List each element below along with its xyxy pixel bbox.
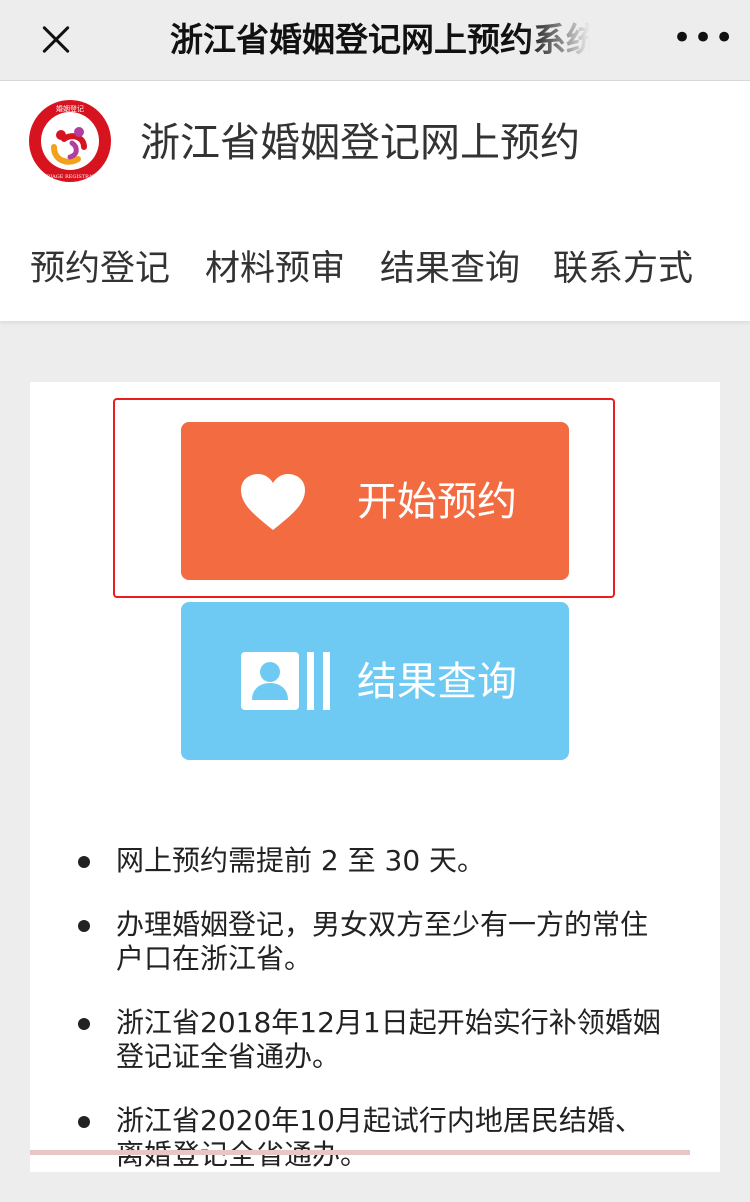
site-header: 婚姻登记 MARRIAGE REGISTRATION 浙江省婚姻登记网上预约 预… <box>0 81 750 321</box>
heart-icon <box>241 474 305 530</box>
close-icon[interactable] <box>36 20 76 60</box>
bottom-divider <box>30 1150 690 1155</box>
list-item: 浙江省2018年12月1日起开始实行补领婚姻登记证全省通办。 <box>70 1006 670 1074</box>
top-bar: 浙江省婚姻登记网上预约系统 ••• <box>0 0 750 81</box>
window-title: 浙江省婚姻登记网上预约系统 <box>170 20 590 59</box>
list-item: 浙江省2020年10月起试行内地居民结婚、离婚登记全省通办。 <box>70 1104 670 1172</box>
start-booking-label: 开始预约 <box>357 479 517 525</box>
nav-item-contact[interactable]: 联系方式 <box>553 237 693 301</box>
id-card-icon <box>241 652 330 710</box>
site-title: 浙江省婚姻登记网上预约 <box>140 120 580 166</box>
list-item: 网上预约需提前 2 至 30 天。 <box>70 844 670 878</box>
main-card: 开始预约 结果查询 网上预约需提前 2 至 30 天。 办理婚姻登记，男女双方至… <box>30 382 720 1172</box>
logo-text-top: 婚姻登记 <box>56 104 84 113</box>
start-booking-button[interactable]: 开始预约 <box>181 422 569 580</box>
nav-item-result-query[interactable]: 结果查询 <box>380 237 520 301</box>
result-query-button[interactable]: 结果查询 <box>181 602 569 760</box>
nav-bar: 预约登记 材料预审 结果查询 联系方式 <box>0 237 750 301</box>
marriage-registration-logo: 婚姻登记 MARRIAGE REGISTRATION <box>29 100 111 182</box>
nav-item-material-review[interactable]: 材料预审 <box>205 237 345 301</box>
logo-text-bottom: MARRIAGE REGISTRATION <box>34 174 107 180</box>
notes-list: 网上预约需提前 2 至 30 天。 办理婚姻登记，男女双方至少有一方的常住户口在… <box>70 844 670 1202</box>
nav-item-booking[interactable]: 预约登记 <box>30 237 170 301</box>
more-dots-icon[interactable]: ••• <box>672 20 734 60</box>
list-item: 办理婚姻登记，男女双方至少有一方的常住户口在浙江省。 <box>70 908 670 976</box>
result-query-label: 结果查询 <box>357 659 517 705</box>
